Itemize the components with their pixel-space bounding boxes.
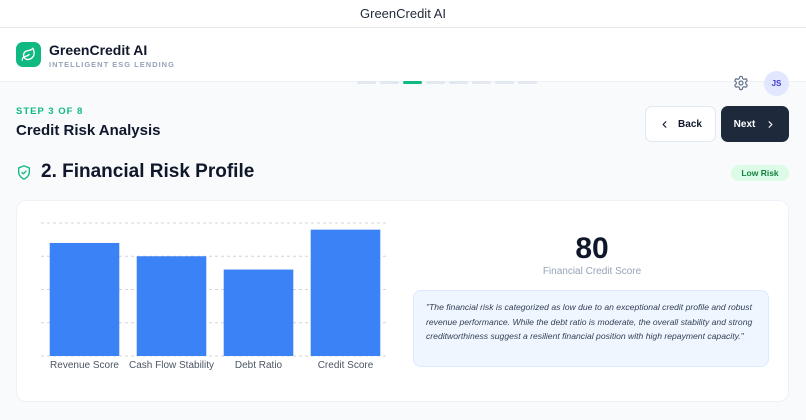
window-title: GreenCredit AI [360,6,446,21]
back-label: Back [678,118,702,130]
chart-bar-3[interactable] [223,269,294,356]
chart-x-tick-label: Debt Ratio [234,360,283,371]
financial-bar-chart: Revenue Score Cash Flow Stability Debt Rat… [41,217,395,387]
progress-segment-6 [472,81,491,84]
credit-score-value: 80 [575,232,609,265]
risk-badge: Low Risk [731,165,789,181]
risk-summary: "The financial risk is categorized as lo… [413,290,769,367]
gear-icon[interactable] [733,75,749,91]
progress-segment-5 [449,81,468,84]
chart-bar-2[interactable] [136,256,207,356]
credit-score-label: Financial Credit Score [542,266,642,277]
chart-x-tick-label: Revenue Score [50,360,119,371]
chart-x-tick-label: Credit Score [317,360,374,371]
chart-bar-4[interactable] [310,229,381,356]
chevron-left-icon [662,120,667,128]
step-indicator: STEP 3 OF 8 [16,106,84,117]
brand-name: GreenCredit AI [49,42,148,58]
financial-risk-card: Revenue Score Cash Flow Stability Debt Rat… [16,200,789,402]
progress-segment-1 [357,81,376,84]
window-titlebar: GreenCredit AI [0,0,806,28]
chart-bar-1[interactable] [49,242,120,356]
progress-segment-4 [426,81,445,84]
progress-segment-3 [403,81,422,84]
chart-x-tick-label: Cash Flow Stability [128,360,215,371]
back-button[interactable]: Back [645,106,716,142]
progress-segment-7 [495,81,514,84]
next-label: Next [733,118,756,130]
shield-check-icon [18,165,30,180]
logo [16,42,41,67]
leaf-icon [21,47,35,61]
progress-segment-8 [518,81,537,84]
app-header: GreenCredit AI INTELLIGENT ESG LENDING J… [0,28,806,96]
avatar[interactable]: JS [764,71,789,96]
step-progress [357,81,537,84]
next-button[interactable]: Next [721,106,789,142]
page-title: Credit Risk Analysis [16,122,161,139]
brand-tagline: INTELLIGENT ESG LENDING [49,60,175,69]
progress-segment-2 [380,81,399,84]
chevron-right-icon [768,120,773,128]
section-title: 2. Financial Risk Profile [41,161,255,182]
